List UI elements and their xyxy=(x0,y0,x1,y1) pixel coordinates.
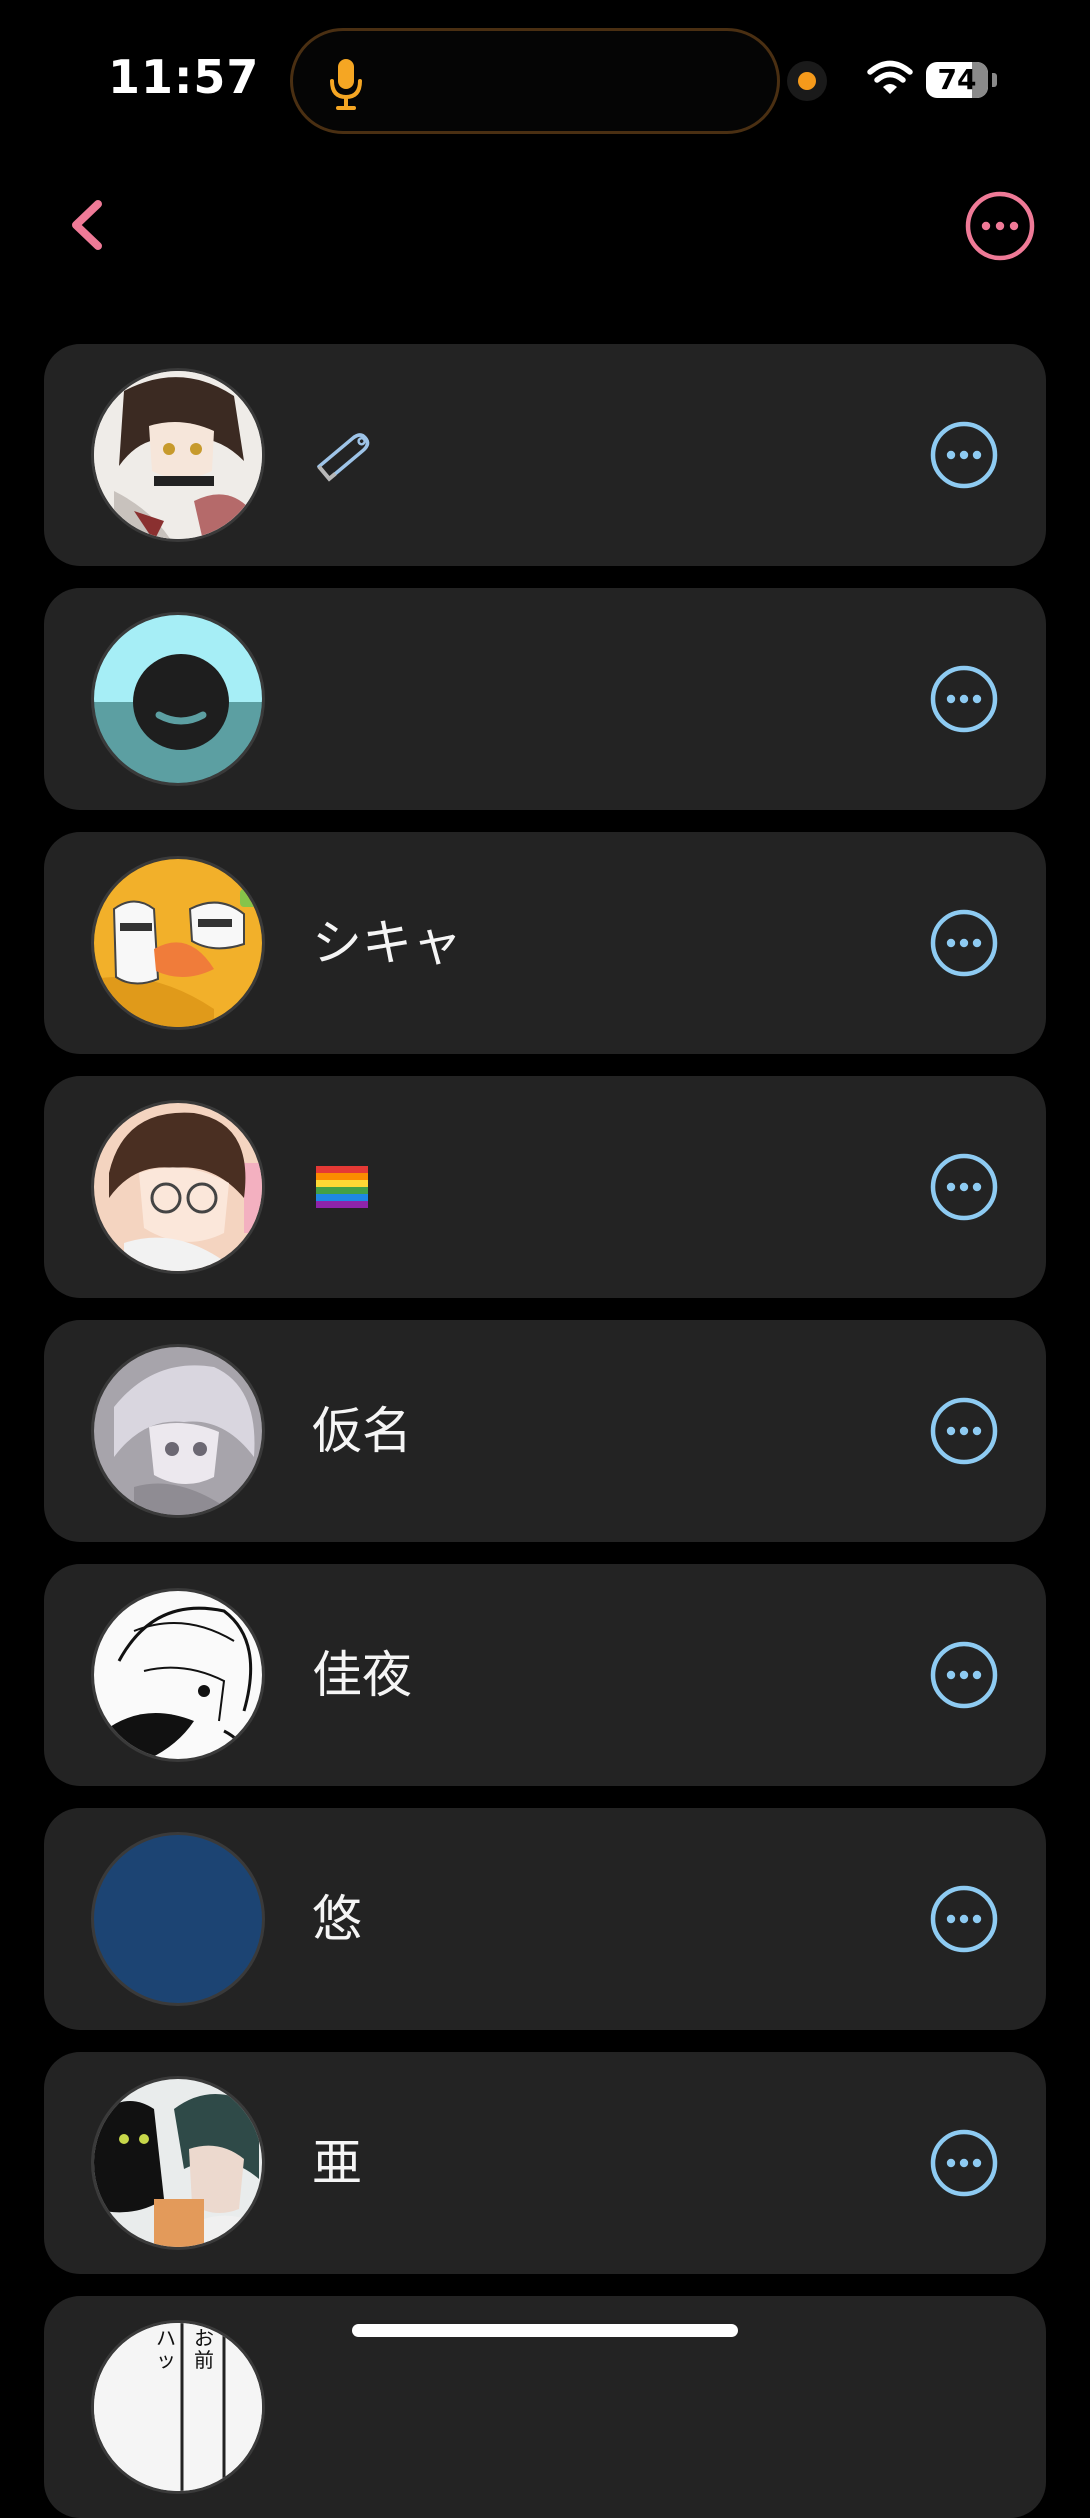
avatar-text: ッ xyxy=(156,2348,176,2372)
avatar xyxy=(91,368,265,542)
contact-name: 悠 xyxy=(312,1890,362,1948)
contact-name: 亜 xyxy=(312,2134,362,2192)
wifi-icon xyxy=(867,60,913,94)
status-bar: 11:57 74 xyxy=(0,0,1090,150)
chevron-left-icon xyxy=(72,200,102,250)
row-more-button[interactable] xyxy=(930,1641,998,1709)
home-indicator[interactable] xyxy=(352,2324,738,2337)
row-more-button[interactable] xyxy=(930,909,998,977)
microphone-icon xyxy=(330,59,362,110)
ellipsis-circle-icon xyxy=(930,1641,998,1709)
orange-dot-icon xyxy=(798,72,816,90)
rainbow-flag-icon xyxy=(312,1156,372,1220)
row-more-button[interactable] xyxy=(930,1153,998,1221)
safety-pin-icon xyxy=(312,424,376,492)
avatar-text: ハ xyxy=(156,2326,176,2350)
avatar-text: 前 xyxy=(194,2348,214,2372)
avatar xyxy=(91,1100,265,1274)
avatar xyxy=(91,856,265,1030)
avatar xyxy=(91,1588,265,1762)
contact-row[interactable]: 亜 xyxy=(44,2052,1046,2274)
avatar: お 前 ハ ッ xyxy=(91,2320,265,2494)
dynamic-island xyxy=(290,28,780,134)
battery-tip xyxy=(992,73,997,87)
contact-row[interactable]: 仮名 xyxy=(44,1320,1046,1542)
row-more-button[interactable] xyxy=(930,665,998,733)
contact-row[interactable]: 佳夜 xyxy=(44,1564,1046,1786)
contact-name: 佳夜 xyxy=(312,1646,412,1704)
contact-row[interactable]: シキャ xyxy=(44,832,1046,1054)
status-time: 11:57 xyxy=(108,50,260,104)
row-more-button[interactable] xyxy=(930,1885,998,1953)
battery-icon: 74 xyxy=(926,62,988,98)
ellipsis-circle-icon xyxy=(930,421,998,489)
ellipsis-circle-icon xyxy=(965,191,1035,261)
avatar-text: お xyxy=(194,2326,214,2350)
contact-row[interactable] xyxy=(44,344,1046,566)
avatar xyxy=(91,2076,265,2250)
recording-indicator xyxy=(787,61,827,101)
back-button[interactable] xyxy=(60,190,120,260)
avatar xyxy=(91,612,265,786)
contact-row[interactable]: 悠 xyxy=(44,1808,1046,2030)
row-more-button[interactable] xyxy=(930,2129,998,2197)
ellipsis-circle-icon xyxy=(930,1885,998,1953)
row-more-button[interactable] xyxy=(930,421,998,489)
avatar xyxy=(91,1832,265,2006)
avatar xyxy=(91,1344,265,1518)
ellipsis-circle-icon xyxy=(930,1153,998,1221)
ellipsis-circle-icon xyxy=(930,1397,998,1465)
ellipsis-circle-icon xyxy=(930,909,998,977)
battery-level: 74 xyxy=(937,63,977,96)
ellipsis-circle-icon xyxy=(930,2129,998,2197)
ellipsis-circle-icon xyxy=(930,665,998,733)
contact-name: シキャ xyxy=(312,914,462,972)
row-more-button[interactable] xyxy=(930,1397,998,1465)
contact-row[interactable] xyxy=(44,588,1046,810)
contact-row[interactable] xyxy=(44,1076,1046,1298)
contact-name: 仮名 xyxy=(312,1402,412,1460)
more-options-button[interactable] xyxy=(964,190,1036,262)
